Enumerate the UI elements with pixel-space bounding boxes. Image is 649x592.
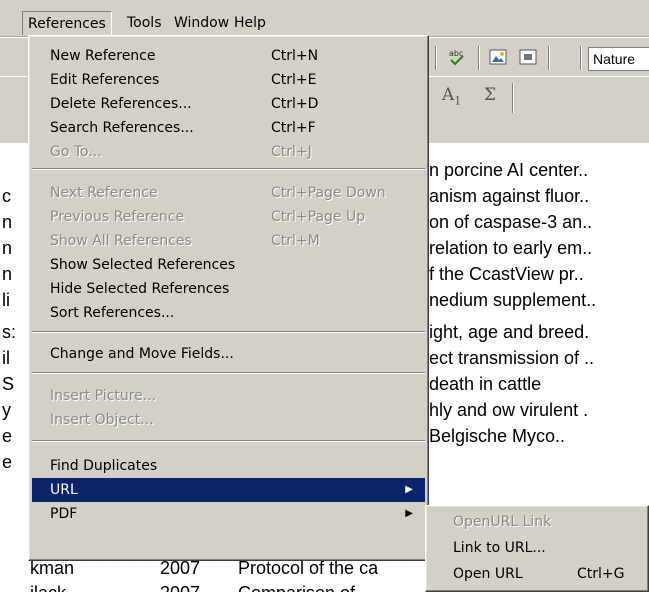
- author-cell: ilack: [30, 580, 150, 592]
- menu-item-find-duplicates[interactable]: Find Duplicates: [32, 454, 425, 478]
- symbol-icon[interactable]: Σ: [484, 85, 496, 105]
- toolbar-separator: [548, 46, 550, 70]
- menu-separator: [32, 440, 425, 442]
- menu-item-insert-object: Insert Object...: [32, 408, 425, 432]
- menu-item-label: Go To...: [50, 144, 102, 160]
- menu-item-label: Edit References: [50, 72, 160, 88]
- menu-item-shortcut: Ctrl+G: [577, 566, 625, 582]
- menu-references[interactable]: References: [22, 11, 112, 35]
- toolbar-separator: [478, 46, 480, 70]
- subscript-digit: 1: [454, 94, 462, 108]
- menu-separator: [32, 168, 425, 170]
- title-cell: relation to early em..: [429, 238, 593, 258]
- menu-item-shortcut: Ctrl+Page Up: [271, 209, 366, 225]
- menu-item-insert-picture: Insert Picture...: [32, 384, 425, 408]
- menu-item-label: Show All References: [50, 233, 192, 249]
- menu-item-new-reference[interactable]: New Reference Ctrl+N: [32, 44, 425, 68]
- references-menu: New Reference Ctrl+N Edit References Ctr…: [28, 35, 429, 561]
- menu-item-label: Insert Object...: [50, 412, 154, 428]
- menu-item-link-to-url[interactable]: Link to URL...: [429, 536, 645, 560]
- title-cell: anism against fluor..: [429, 186, 590, 206]
- title-cell: on of caspase-3 an..: [429, 212, 593, 232]
- menu-item-edit-references[interactable]: Edit References Ctrl+E: [32, 68, 425, 92]
- menu-item-shortcut: Ctrl+F: [271, 120, 316, 136]
- menu-tools[interactable]: Tools: [122, 11, 167, 35]
- menu-item-hide-selected-references[interactable]: Hide Selected References: [32, 277, 425, 301]
- menu-item-delete-references[interactable]: Delete References... Ctrl+D: [32, 92, 425, 116]
- toolbar-separator: [512, 83, 514, 113]
- menu-item-label: OpenURL Link: [453, 514, 552, 530]
- menu-item-label: Change and Move Fields...: [50, 346, 234, 362]
- toolbar-separator: [580, 46, 582, 70]
- menu-window[interactable]: Window: [169, 11, 234, 35]
- menu-item-label: Open URL: [453, 566, 523, 582]
- menu-item-label: Link to URL...: [453, 540, 546, 556]
- menu-item-open-url[interactable]: Open URL Ctrl+G: [429, 562, 645, 586]
- menu-item-label: Hide Selected References: [50, 281, 230, 297]
- title-cell: Belgische Myco..: [429, 426, 566, 446]
- menu-item-label: Previous Reference: [50, 209, 185, 225]
- menu-item-show-all-references: Show All References Ctrl+M: [32, 229, 425, 253]
- menu-item-label: Find Duplicates: [50, 458, 158, 474]
- menu-item-label: URL: [50, 482, 78, 498]
- menu-item-label: PDF: [50, 506, 78, 522]
- url-submenu: OpenURL Link Link to URL... Open URL Ctr…: [425, 505, 649, 592]
- menu-item-shortcut: Ctrl+J: [271, 144, 312, 160]
- menu-item-search-references[interactable]: Search References... Ctrl+F: [32, 116, 425, 140]
- menu-item-label: Delete References...: [50, 96, 192, 112]
- menu-item-next-reference: Next Reference Ctrl+Page Down: [32, 181, 425, 205]
- toolbar-separator: [435, 46, 437, 70]
- menu-item-show-selected-references[interactable]: Show Selected References: [32, 253, 425, 277]
- menu-item-label: Next Reference: [50, 185, 158, 201]
- menu-item-change-and-move-fields[interactable]: Change and Move Fields...: [32, 342, 425, 366]
- spell-check-icon[interactable]: abc: [445, 45, 469, 69]
- menu-item-label: Search References...: [50, 120, 194, 136]
- submenu-arrow-icon: ▶: [405, 484, 413, 495]
- subscript-icon[interactable]: A1: [442, 85, 461, 107]
- menu-item-label: New Reference: [50, 48, 156, 64]
- subscript-letter: A: [442, 85, 455, 105]
- menu-item-label: Show Selected References: [50, 257, 236, 273]
- insert-object-icon[interactable]: [516, 45, 540, 69]
- menu-help[interactable]: Help: [229, 11, 271, 35]
- title-cell: nedium supplement..: [429, 290, 597, 310]
- output-style-select[interactable]: Nature: [588, 47, 649, 71]
- year-cell: 2007: [160, 580, 220, 592]
- menu-item-shortcut: Ctrl+M: [271, 233, 320, 249]
- menu-item-label: Insert Picture...: [50, 388, 157, 404]
- menu-separator: [32, 331, 425, 333]
- title-cell: f the CcastView pr..: [429, 264, 584, 284]
- menu-item-shortcut: Ctrl+E: [271, 72, 317, 88]
- menu-item-label: Sort References...: [50, 305, 175, 321]
- title-cell: hly and ow virulent .: [429, 400, 589, 420]
- title-cell: death in cattle: [429, 374, 542, 394]
- menu-item-url[interactable]: URL ▶: [32, 478, 425, 502]
- menu-item-sort-references[interactable]: Sort References...: [32, 301, 425, 325]
- menu-item-previous-reference: Previous Reference Ctrl+Page Up: [32, 205, 425, 229]
- submenu-arrow-icon: ▶: [405, 508, 413, 519]
- menu-item-go-to: Go To... Ctrl+J: [32, 140, 425, 164]
- title-cell: ight, age and breed.: [429, 322, 590, 342]
- menu-bar: References Tools Window Help: [0, 0, 649, 37]
- menu-item-shortcut: Ctrl+N: [271, 48, 319, 64]
- menu-separator: [32, 372, 425, 374]
- title-cell: n porcine AI center..: [429, 160, 589, 180]
- menu-item-shortcut: Ctrl+Page Down: [271, 185, 386, 201]
- title-cell: ect transmission of ..: [429, 348, 595, 368]
- insert-picture-icon[interactable]: [486, 45, 510, 69]
- menu-item-openurl-link: OpenURL Link: [429, 510, 645, 534]
- menu-item-pdf[interactable]: PDF ▶: [32, 502, 425, 526]
- menu-item-shortcut: Ctrl+D: [271, 96, 319, 112]
